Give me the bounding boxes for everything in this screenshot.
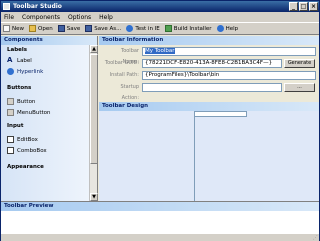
component-combobox-text: ComboBox bbox=[17, 147, 47, 154]
components-list: Labels A Label Hyperlink Buttons Button … bbox=[1, 45, 89, 201]
editbox-icon bbox=[7, 136, 14, 143]
generate-button[interactable]: Generate bbox=[284, 59, 315, 68]
title-bar[interactable]: Toolbar Studio _ □ × bbox=[1, 1, 319, 12]
label-icon: A bbox=[7, 56, 13, 64]
test-in-ie-label: Test in IE bbox=[135, 25, 160, 32]
resize-grip-icon[interactable]: ⋰ bbox=[313, 235, 318, 241]
menu-help[interactable]: Help bbox=[99, 14, 113, 21]
install-path-row: Install Path: {ProgramFiles}\Toolbar\bin bbox=[99, 70, 319, 81]
category-buttons[interactable]: Buttons bbox=[1, 83, 89, 93]
category-labels[interactable]: Labels bbox=[1, 45, 89, 55]
window-controls: _ □ × bbox=[289, 2, 318, 11]
scroll-thumb[interactable] bbox=[90, 54, 98, 164]
toolbar-guid-label: Toolbar GUID: bbox=[104, 60, 139, 66]
open-icon bbox=[29, 25, 36, 32]
category-appearance[interactable]: Appearance bbox=[1, 162, 89, 172]
components-scrollbar[interactable]: ▲ ▼ bbox=[89, 45, 98, 201]
menu-options[interactable]: Options bbox=[68, 14, 91, 21]
toolbar-name-value: My Toolbar bbox=[145, 48, 175, 54]
toolbar-guid-input[interactable]: {78221DCF-E820-413A-8FE8-C2B1BA3C4F—} bbox=[142, 59, 282, 68]
menu-components[interactable]: Components bbox=[22, 14, 60, 21]
open-button[interactable]: Open bbox=[29, 25, 53, 32]
install-path-input[interactable]: {ProgramFiles}\Toolbar\bin bbox=[142, 71, 316, 80]
status-bar: ⋰ bbox=[1, 233, 319, 241]
help-icon bbox=[216, 25, 224, 32]
design-header: Toolbar Design bbox=[99, 102, 319, 111]
component-hyperlink-text: Hyperlink bbox=[17, 68, 44, 75]
toolbar-guid-row: Toolbar GUID: {78221DCF-E820-413A-8FE8-C… bbox=[99, 58, 319, 69]
save-button[interactable]: Save bbox=[57, 25, 81, 32]
build-installer-label: Build Installer bbox=[173, 25, 212, 32]
info-header: Toolbar Information bbox=[99, 36, 319, 45]
startup-action-label: Startup Action: bbox=[120, 84, 139, 101]
component-editbox[interactable]: EditBox bbox=[1, 134, 89, 145]
design-divider bbox=[194, 117, 195, 201]
window-title: Toolbar Studio bbox=[13, 3, 62, 10]
build-icon bbox=[164, 25, 172, 32]
open-label: Open bbox=[38, 25, 53, 32]
design-toolbar-strip[interactable] bbox=[194, 111, 247, 117]
new-button[interactable]: New bbox=[3, 25, 24, 32]
preview-header: Toolbar Preview bbox=[1, 202, 319, 211]
startup-action-input[interactable] bbox=[142, 83, 282, 92]
component-menubutton-text: MenuButton bbox=[17, 109, 51, 116]
combobox-icon bbox=[7, 147, 14, 154]
right-pane: Toolbar Information Toolbar Name: My Too… bbox=[99, 36, 319, 201]
component-combobox[interactable]: ComboBox bbox=[1, 145, 89, 156]
maximize-button[interactable]: □ bbox=[299, 2, 308, 11]
close-button[interactable]: × bbox=[309, 2, 318, 11]
toolbar-name-row: Toolbar Name: My Toolbar bbox=[99, 46, 319, 65]
save-as-label: Save As... bbox=[94, 25, 122, 32]
scroll-down-icon[interactable]: ▼ bbox=[90, 193, 98, 201]
preview-panel: Toolbar Preview bbox=[1, 201, 319, 233]
components-panel: Components Labels A Label Hyperlink Butt… bbox=[1, 36, 98, 201]
component-label-text: Label bbox=[17, 57, 32, 64]
toolbar-name-input[interactable]: My Toolbar bbox=[142, 47, 316, 56]
component-editbox-text: EditBox bbox=[17, 136, 38, 143]
button-icon bbox=[7, 98, 14, 105]
new-icon bbox=[3, 25, 10, 32]
design-panel: Toolbar Design bbox=[99, 102, 319, 201]
save-label: Save bbox=[66, 25, 81, 32]
components-header: Components bbox=[1, 36, 97, 45]
menu-bar: File Components Options Help bbox=[1, 12, 319, 22]
help-label: Help bbox=[225, 25, 239, 32]
component-button[interactable]: Button bbox=[1, 96, 89, 107]
startup-action-row: Startup Action: ... bbox=[99, 82, 319, 101]
component-button-text: Button bbox=[17, 98, 36, 105]
test-in-ie-button[interactable]: Test in IE bbox=[126, 25, 160, 32]
app-icon bbox=[3, 3, 10, 10]
hyperlink-icon bbox=[7, 68, 14, 75]
menu-file[interactable]: File bbox=[4, 14, 14, 21]
toolbar-info-form: Toolbar Name: My Toolbar Toolbar GUID: {… bbox=[99, 45, 319, 102]
design-canvas[interactable] bbox=[99, 111, 319, 201]
component-hyperlink[interactable]: Hyperlink bbox=[1, 66, 89, 77]
main-window: Toolbar Studio _ □ × File Components Opt… bbox=[0, 0, 320, 241]
build-installer-button[interactable]: Build Installer bbox=[164, 25, 212, 32]
ie-icon bbox=[126, 25, 134, 32]
save-icon bbox=[57, 25, 65, 32]
component-menubutton[interactable]: MenuButton bbox=[1, 107, 89, 118]
install-path-label: Install Path: bbox=[109, 72, 139, 78]
save-as-icon bbox=[85, 25, 93, 32]
help-button[interactable]: Help bbox=[216, 25, 239, 32]
category-input[interactable]: Input bbox=[1, 121, 89, 131]
menubutton-icon bbox=[7, 109, 14, 116]
scroll-up-icon[interactable]: ▲ bbox=[90, 45, 98, 53]
browse-button[interactable]: ... bbox=[284, 83, 315, 92]
save-as-button[interactable]: Save As... bbox=[85, 25, 121, 32]
component-label[interactable]: A Label bbox=[1, 55, 89, 66]
toolbar: New Open Save Save As... Test in IE Buil… bbox=[1, 22, 319, 35]
new-label: New bbox=[12, 25, 24, 32]
minimize-button[interactable]: _ bbox=[289, 2, 298, 11]
